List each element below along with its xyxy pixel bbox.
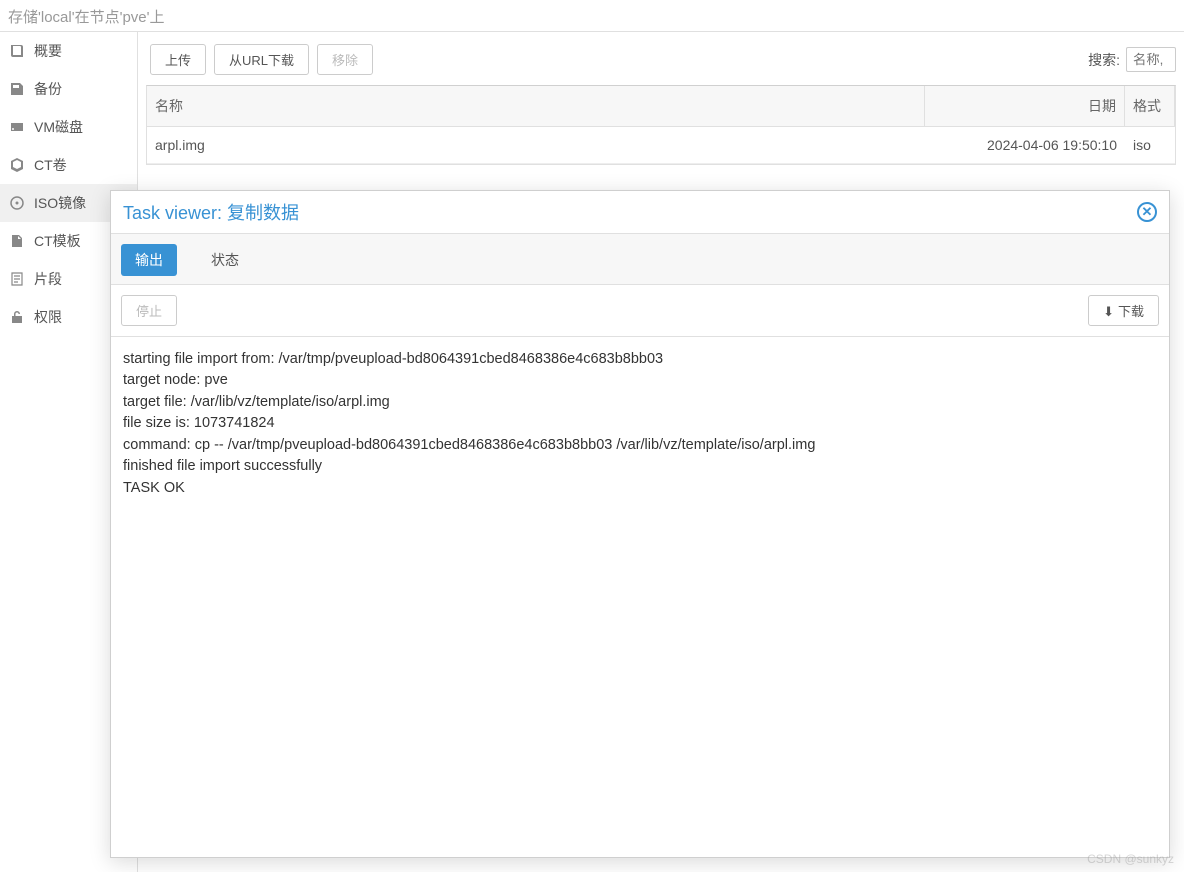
search-area: 搜索: (1088, 47, 1176, 72)
sidebar-item-label: ISO镜像 (34, 193, 86, 213)
disc-icon (8, 194, 26, 212)
sidebar-item-label: 备份 (34, 79, 62, 99)
dialog-tabs: 输出 状态 (111, 234, 1169, 285)
col-header-name[interactable]: 名称 (147, 86, 925, 126)
dialog-toolbar: 停止 ⬇ 下载 (111, 285, 1169, 337)
download-label: 下载 (1118, 304, 1144, 319)
search-label: 搜索: (1088, 50, 1120, 70)
sidebar-item-label: CT卷 (34, 155, 67, 175)
col-header-format[interactable]: 格式 (1125, 86, 1175, 126)
sidebar-item-summary[interactable]: 概要 (0, 32, 137, 70)
tab-status[interactable]: 状态 (197, 244, 253, 276)
sidebar-item-label: 权限 (34, 307, 62, 327)
cell-name: arpl.img (147, 127, 925, 163)
cube-icon (8, 156, 26, 174)
col-header-date[interactable]: 日期 (925, 86, 1125, 126)
table: 名称 日期 格式 arpl.img 2024-04-06 19:50:10 is… (146, 85, 1176, 165)
search-input[interactable] (1126, 47, 1176, 72)
stop-button[interactable]: 停止 (121, 295, 177, 326)
upload-button[interactable]: 上传 (150, 44, 206, 75)
breadcrumb: 存储'local'在节点'pve'上 (0, 0, 1184, 32)
sidebar-item-label: 片段 (34, 269, 62, 289)
table-row[interactable]: arpl.img 2024-04-06 19:50:10 iso (147, 127, 1175, 164)
download-url-button[interactable]: 从URL下载 (214, 44, 309, 75)
sidebar-item-vmdisk[interactable]: VM磁盘 (0, 108, 137, 146)
book-icon (8, 42, 26, 60)
sidebar-item-backup[interactable]: 备份 (0, 70, 137, 108)
unlock-icon (8, 308, 26, 326)
tab-output[interactable]: 输出 (121, 244, 177, 276)
cell-format: iso (1125, 127, 1175, 163)
sidebar-item-label: CT模板 (34, 231, 81, 251)
download-icon: ⬇ (1103, 304, 1114, 320)
hdd-icon (8, 118, 26, 136)
dialog-title: Task viewer: 复制数据 (123, 199, 299, 225)
task-viewer-dialog: Task viewer: 复制数据 ✕ 输出 状态 停止 ⬇ 下载 startin… (110, 190, 1170, 858)
sidebar-item-label: VM磁盘 (34, 117, 83, 137)
cell-date: 2024-04-06 19:50:10 (925, 127, 1125, 163)
download-button[interactable]: ⬇ 下载 (1088, 295, 1159, 326)
remove-button[interactable]: 移除 (317, 44, 373, 75)
close-icon[interactable]: ✕ (1137, 202, 1157, 222)
dialog-header: Task viewer: 复制数据 ✕ (111, 191, 1169, 234)
task-log: starting file import from: /var/tmp/pveu… (111, 337, 1169, 857)
table-header: 名称 日期 格式 (147, 86, 1175, 127)
sidebar-item-label: 概要 (34, 41, 62, 61)
save-icon (8, 80, 26, 98)
sidebar-item-ctvol[interactable]: CT卷 (0, 146, 137, 184)
toolbar: 上传 从URL下载 移除 搜索: (146, 40, 1176, 85)
file-icon (8, 232, 26, 250)
code-icon (8, 270, 26, 288)
